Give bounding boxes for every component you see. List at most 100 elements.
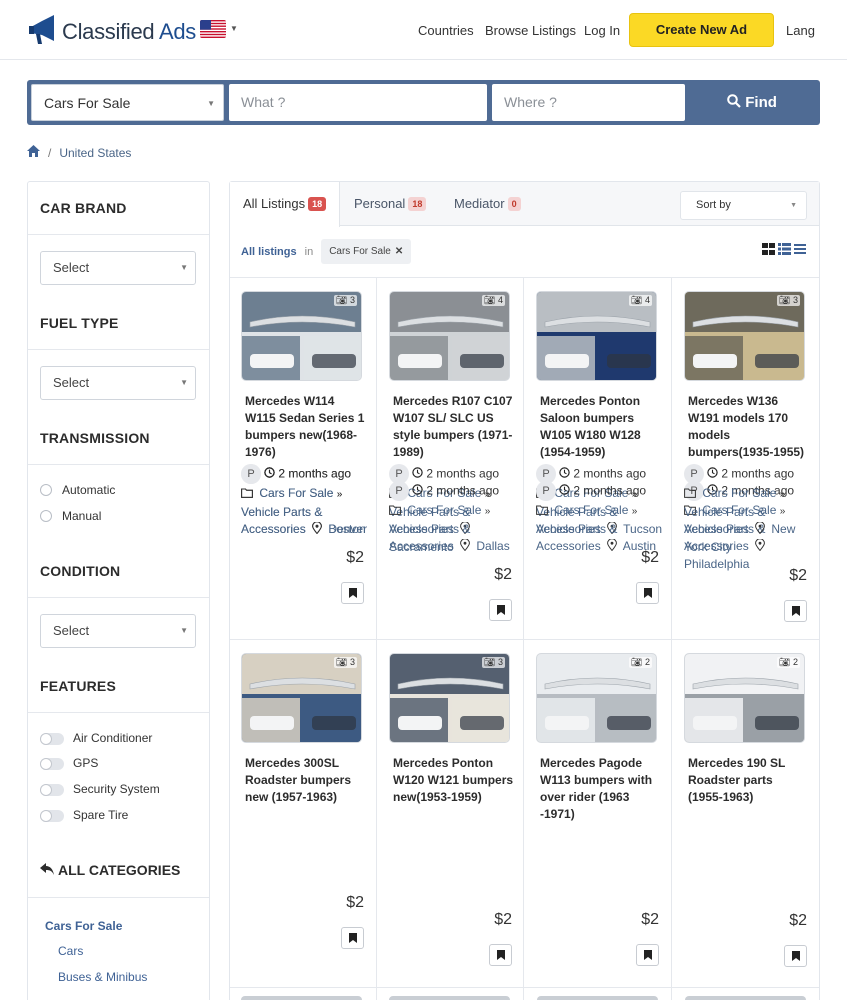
category-link[interactable]: Cars For Sale — [407, 503, 481, 517]
what-input[interactable]: What ? — [229, 84, 487, 121]
condition-select[interactable]: Select ▼ — [40, 614, 196, 648]
radio-label-automatic[interactable]: Automatic — [62, 483, 115, 497]
feature-label-security-system[interactable]: Security System — [73, 782, 160, 796]
listing-thumbnail[interactable] — [685, 996, 806, 1000]
feature-label-spare-tire[interactable]: Spare Tire — [73, 808, 128, 822]
city-link[interactable]: Philadelphia — [684, 557, 749, 571]
tab-all-listings[interactable]: All Listings 18 — [230, 182, 340, 227]
listing-card[interactable]: 📷︎ 2 Mercedes 190 SL Roadster parts (195… — [673, 464, 821, 1000]
listing-card[interactable]: 📷︎ 4 Mercedes Ponton Saloon bumpers W105… — [525, 278, 673, 641]
language-caret-icon[interactable]: ▼ — [230, 24, 238, 33]
bookmark-button[interactable] — [489, 944, 512, 966]
compact-list-icon[interactable] — [778, 243, 791, 258]
home-icon[interactable] — [27, 145, 40, 160]
seller-type-badge[interactable]: P — [536, 481, 556, 501]
nav-login[interactable]: Log In — [584, 23, 620, 38]
listing-thumbnail[interactable]: 📷︎ 2 — [536, 653, 657, 743]
all-categories-title[interactable]: ALL CATEGORIES — [40, 862, 180, 878]
listing-title[interactable]: Mercedes W136 W191 models 170 models bum… — [688, 393, 810, 461]
category-link[interactable]: Cars For Sale — [259, 486, 333, 500]
listing-title[interactable]: Mercedes 190 SL Roadster parts (1955-196… — [688, 755, 810, 806]
breadcrumb-location[interactable]: United States — [59, 146, 131, 160]
find-button[interactable]: Find — [688, 84, 816, 121]
city-link[interactable]: Boston — [328, 522, 365, 536]
listing-card[interactable]: 📷︎ 3 Mercedes W136 W191 models 170 model… — [673, 278, 821, 641]
category-cars[interactable]: Cars — [58, 944, 83, 958]
toggle-air-conditioner[interactable] — [40, 733, 64, 745]
bookmark-button[interactable] — [341, 582, 364, 604]
category-link[interactable]: Cars For Sale — [702, 486, 776, 500]
listing-card[interactable]: 📷︎ 3 Mercedes 300SL Roadster bumpers new… — [230, 464, 378, 1000]
seller-type-badge[interactable]: P — [241, 464, 261, 484]
seller-type-badge[interactable]: P — [684, 464, 704, 484]
listing-thumbnail[interactable]: 📷︎ 2 — [684, 653, 805, 743]
feature-label-air-conditioner[interactable]: Air Conditioner — [73, 731, 152, 745]
tab-mediator[interactable]: Mediator 0 — [454, 182, 521, 227]
site-logo[interactable]: Classified Ads — [28, 13, 196, 50]
listing-card[interactable]: 📷︎ 2 Mercedes Pagode W113 bumpers with o… — [525, 481, 673, 1000]
listing-price: $2 — [346, 549, 364, 566]
where-input[interactable]: Where ? — [492, 84, 685, 121]
bookmark-button[interactable] — [636, 582, 659, 604]
radio-automatic[interactable] — [40, 484, 52, 496]
listing-thumbnail[interactable]: 📷︎ 3 — [389, 653, 510, 743]
listing-title[interactable]: Mercedes Pagode W113 bumpers with over r… — [540, 755, 662, 823]
listing-thumbnail[interactable] — [537, 996, 658, 1000]
radio-label-manual[interactable]: Manual — [62, 509, 101, 523]
listing-card[interactable]: 📷︎ 4 Mercedes R107 C107 W107 SL/ SLC US … — [378, 278, 526, 641]
category-cars-for-sale[interactable]: Cars For Sale — [45, 919, 122, 933]
tab-personal[interactable]: Personal 18 — [354, 182, 427, 227]
listing-title[interactable]: Mercedes 300SL Roadster bumpers new (195… — [245, 755, 367, 806]
city-link[interactable]: Austin — [623, 539, 656, 553]
fuel-type-select[interactable]: Select ▼ — [40, 366, 196, 400]
listing-title[interactable]: Mercedes R107 C107 W107 SL/ SLC US style… — [393, 393, 515, 461]
toggle-spare-tire[interactable] — [40, 810, 64, 822]
category-link[interactable]: Cars For Sale — [554, 503, 628, 517]
radio-manual[interactable] — [40, 510, 52, 522]
listing-thumbnail[interactable] — [241, 996, 362, 1000]
camera-icon: 📷︎ — [631, 657, 643, 667]
close-icon[interactable]: ✕ — [395, 246, 403, 257]
listing-thumbnail[interactable]: 📷︎ 3 — [241, 653, 362, 743]
listing-thumbnail[interactable]: 📷︎ 3 — [241, 291, 362, 381]
nav-lang[interactable]: Lang — [786, 23, 815, 38]
city-link[interactable]: Dallas — [476, 539, 509, 553]
grid-view-icon[interactable] — [762, 243, 775, 258]
filter-in-text: in — [304, 245, 314, 258]
all-listings-link[interactable]: All listings — [241, 246, 297, 258]
toggle-security-system[interactable] — [40, 784, 64, 796]
listing-thumbnail[interactable]: 📷︎ 3 — [684, 291, 805, 381]
listing-meta: P 2 months ago Cars For Sale » Vehicle P… — [684, 464, 819, 556]
create-new-ad-button[interactable]: Create New Ad — [629, 13, 774, 47]
nav-browse-listings[interactable]: Browse Listings — [485, 23, 576, 38]
listing-title[interactable]: Mercedes Ponton W120 W121 bumpers new(19… — [393, 755, 515, 806]
toggle-gps[interactable] — [40, 758, 64, 770]
bookmark-button[interactable] — [636, 944, 659, 966]
listing-title[interactable]: Mercedes W114 W115 Sedan Series 1 bumper… — [245, 393, 367, 461]
car-brand-select[interactable]: Select ▼ — [40, 251, 196, 285]
listing-thumbnail[interactable]: 📷︎ 4 — [536, 291, 657, 381]
listing-thumbnail[interactable] — [389, 996, 510, 1000]
bookmark-button[interactable] — [489, 599, 512, 621]
feature-label-gps[interactable]: GPS — [73, 756, 98, 770]
category-buses-minibus[interactable]: Buses & Minibus — [58, 970, 147, 984]
list-view-icon[interactable] — [794, 243, 806, 258]
category-select[interactable]: Cars For Sale ▼ — [31, 84, 224, 121]
nav-countries[interactable]: Countries — [418, 23, 474, 38]
listing-thumbnail[interactable]: 📷︎ 4 — [389, 291, 510, 381]
filter-chip[interactable]: Cars For Sale ✕ — [321, 239, 412, 264]
listing-price: $2 — [494, 911, 512, 928]
bookmark-button[interactable] — [341, 927, 364, 949]
sort-by-select[interactable]: Sort by ▼ — [680, 191, 807, 220]
bookmark-button[interactable] — [784, 945, 807, 967]
features-title: FEATURES — [40, 678, 117, 694]
listing-title[interactable]: Mercedes Ponton Saloon bumpers W105 W180… — [540, 393, 662, 461]
tab-label: Mediator — [454, 196, 505, 211]
photo-count-value: 3 — [349, 295, 355, 305]
select-value: Select — [53, 623, 90, 638]
seller-type-badge[interactable]: P — [389, 481, 409, 501]
listing-card[interactable]: 📷︎ 3 Mercedes W114 W115 Sedan Series 1 b… — [230, 278, 378, 641]
listing-card[interactable]: 📷︎ 3 Mercedes Ponton W120 W121 bumpers n… — [378, 481, 526, 1000]
us-flag-icon[interactable] — [200, 20, 226, 38]
bookmark-button[interactable] — [784, 600, 807, 622]
